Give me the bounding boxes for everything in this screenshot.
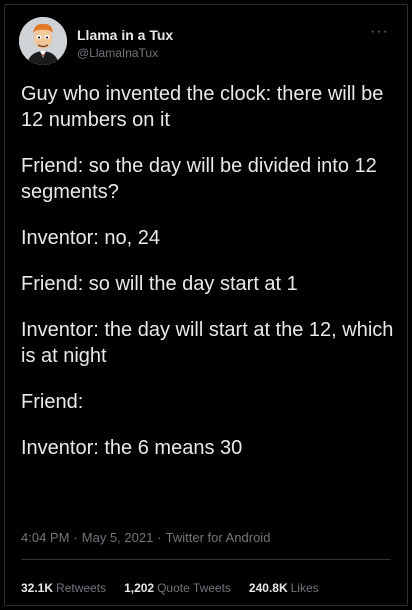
tweet-paragraph: Friend: <box>21 391 84 413</box>
more-options-icon[interactable]: ··· <box>370 23 389 41</box>
meta-separator: · <box>157 530 162 545</box>
tweet-paragraph: Friend: so the day will be divided into … <box>21 155 377 203</box>
likes-stat[interactable]: 240.8K Likes <box>249 581 319 595</box>
likes-count: 240.8K <box>248 581 288 595</box>
tweet-time[interactable]: 4:04 PM <box>21 530 69 545</box>
tweet-meta: 4:04 PM · May 5, 2021 · Twitter for Android <box>21 530 270 545</box>
divider <box>21 559 391 560</box>
retweets-count: 32.1K <box>21 581 54 595</box>
tweet-header: Llama in a Tux @LlamaInaTux ··· <box>19 17 393 67</box>
tweet-paragraph: Friend: so will the day start at 1 <box>21 273 298 295</box>
retweets-stat[interactable]: 32.1K Retweets <box>21 581 106 595</box>
cartoon-avatar-icon <box>19 17 67 65</box>
avatar[interactable] <box>19 17 67 65</box>
tweet-text: Guy who invented the clock: there will b… <box>21 81 401 481</box>
likes-label: Likes <box>290 581 319 595</box>
tweet-stats: 32.1K Retweets 1,202 Quote Tweets 240.8K Like… <box>21 581 337 595</box>
tweet-paragraph: Inventor: no, 24 <box>21 227 160 249</box>
user-handle[interactable]: @LlamaInaTux <box>77 46 158 60</box>
meta-separator: · <box>73 530 78 545</box>
quote-tweets-count: 1,202 <box>124 581 155 595</box>
tweet-source[interactable]: Twitter for Android <box>166 530 271 545</box>
quote-tweets-stat[interactable]: 1,202 Quote Tweets <box>124 581 231 595</box>
quote-tweets-label: Quote Tweets <box>157 581 231 595</box>
tweet-card: Llama in a Tux @LlamaInaTux ··· Guy who … <box>4 4 408 606</box>
retweets-label: Retweets <box>56 581 107 595</box>
tweet-date[interactable]: May 5, 2021 <box>82 530 154 545</box>
tweet-paragraph: Guy who invented the clock: there will b… <box>21 83 384 131</box>
tweet-paragraph: Inventor: the day will start at the 12, … <box>21 319 394 367</box>
tweet-paragraph: Inventor: the 6 means 30 <box>21 437 243 459</box>
display-name[interactable]: Llama in a Tux <box>77 27 173 43</box>
